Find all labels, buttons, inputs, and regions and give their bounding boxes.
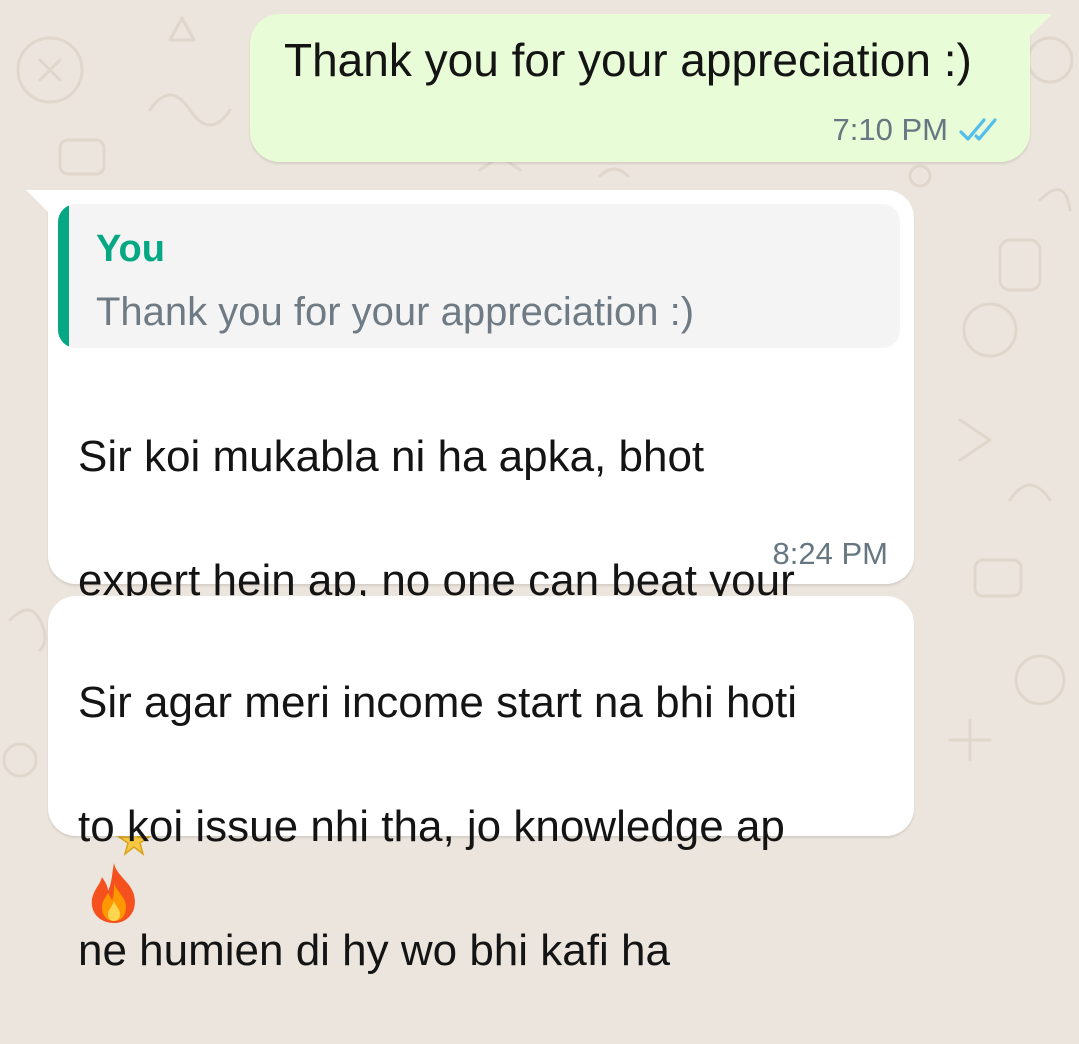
message-meta: 7:10 PM — [833, 112, 1004, 148]
message-meta: 8:24 PM — [773, 536, 888, 572]
quote-accent-bar — [58, 204, 69, 348]
message-time: 8:24 PM — [772, 536, 888, 571]
message-line: Sir agar meri income start na bhi hoti — [78, 678, 797, 727]
incoming-message-bubble[interactable]: Sir agar meri income start na bhi hoti t… — [48, 596, 914, 975]
message-line: Sir koi mukabla ni ha apka, bhot — [78, 432, 705, 481]
bubble-tail — [26, 190, 52, 216]
quote-text: Thank you for your appreciation :) — [96, 290, 695, 334]
quote-author: You — [96, 228, 165, 270]
message-text: Sir agar meri income start na bhi hoti t… — [78, 610, 797, 1044]
message-time: 7:10 PM — [832, 112, 948, 147]
outgoing-message-bubble[interactable]: Thank you for your appreciation :) 7:10 … — [250, 14, 1052, 162]
message-line: ne humien di hy wo bhi kafi ha — [78, 926, 670, 975]
message-line: to koi issue nhi tha, jo knowledge ap — [78, 802, 785, 851]
incoming-message-bubble[interactable]: You Thank you for your appreciation :) S… — [26, 190, 914, 924]
bubble-tail — [1026, 14, 1052, 40]
double-check-read-icon — [959, 118, 997, 141]
quoted-reply[interactable]: You Thank you for your appreciation :) — [58, 204, 900, 348]
message-text: Thank you for your appreciation :) — [284, 34, 972, 86]
